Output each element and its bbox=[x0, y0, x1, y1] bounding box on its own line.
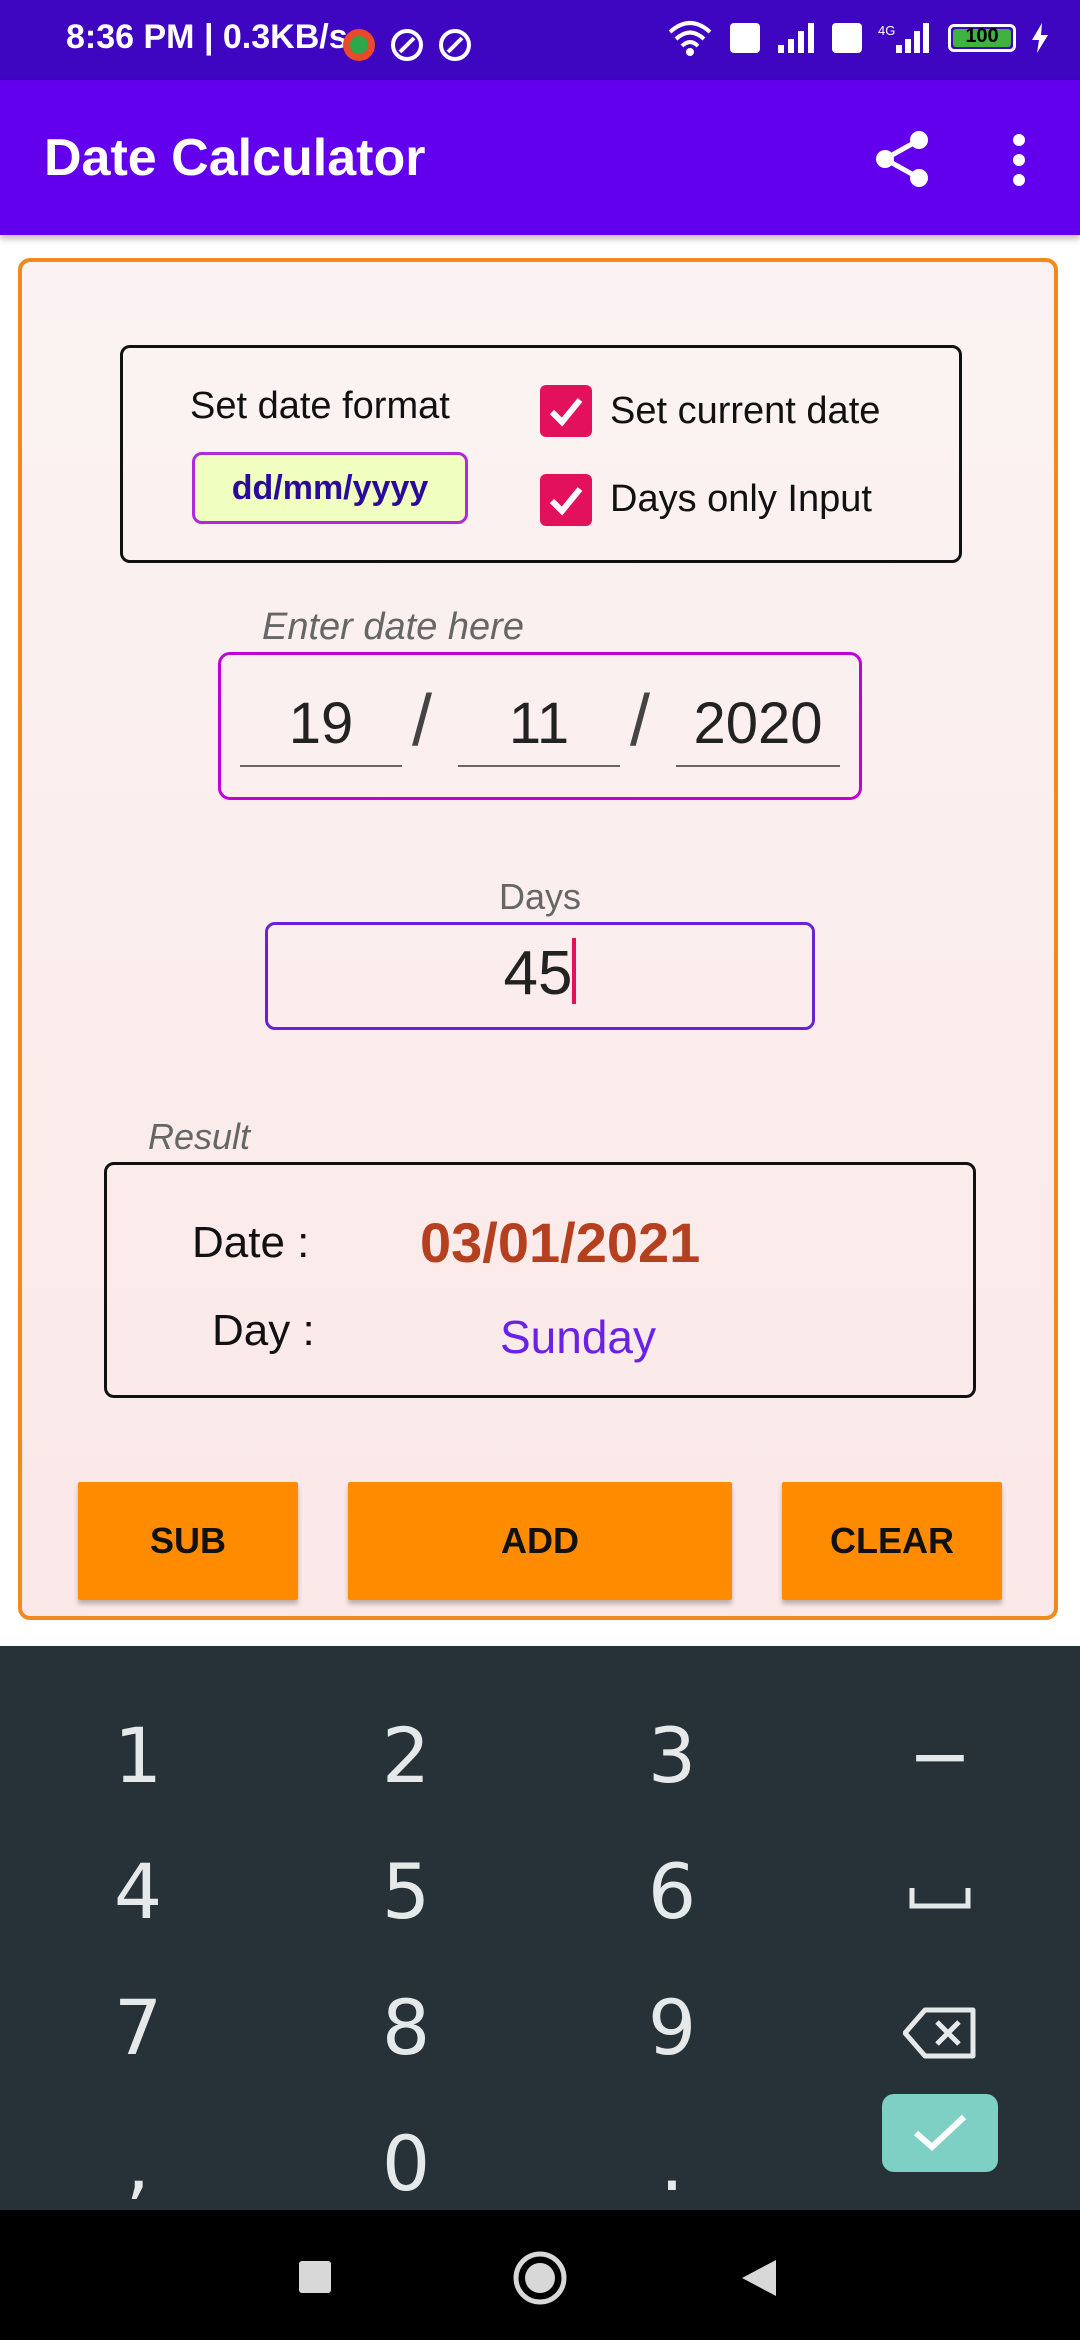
key-3[interactable]: 3 bbox=[572, 1696, 772, 1816]
key-9[interactable]: 9 bbox=[572, 1968, 772, 2088]
battery-icon: 100 bbox=[948, 24, 1016, 52]
key-1[interactable]: 1 bbox=[38, 1696, 238, 1816]
key-comma[interactable]: , bbox=[38, 2104, 238, 2224]
signal-icon bbox=[778, 23, 814, 53]
sub-button[interactable]: SUB bbox=[78, 1482, 298, 1600]
days-label: Days bbox=[498, 876, 582, 917]
key-7[interactable]: 7 bbox=[38, 1968, 238, 2088]
result-day-value: Sunday bbox=[500, 1311, 657, 1363]
key-space[interactable] bbox=[840, 1832, 1040, 1952]
check-icon bbox=[549, 487, 583, 516]
days-only-input-label: Days only Input bbox=[610, 478, 872, 520]
result-date-label: Date : bbox=[192, 1218, 310, 1267]
days-only-input-checkbox[interactable] bbox=[540, 474, 592, 526]
add-button[interactable]: ADD bbox=[348, 1482, 732, 1600]
month-underline bbox=[458, 765, 620, 767]
year-input[interactable]: 2020 bbox=[676, 690, 840, 757]
wifi-icon bbox=[668, 21, 712, 56]
app-bar: Date Calculator bbox=[0, 80, 1080, 235]
app-notification-icon bbox=[343, 29, 375, 61]
volte-icon-2 bbox=[832, 23, 862, 53]
vpn-icon bbox=[391, 29, 423, 61]
volte-icon bbox=[730, 23, 760, 53]
month-input[interactable]: 11 bbox=[458, 690, 620, 757]
set-current-date-label: Set current date bbox=[610, 390, 881, 432]
result-date-value: 03/01/2021 bbox=[420, 1211, 701, 1274]
key-2[interactable]: 2 bbox=[306, 1696, 506, 1816]
home-icon[interactable] bbox=[512, 2250, 568, 2306]
key-6[interactable]: 6 bbox=[572, 1832, 772, 1952]
key-8[interactable]: 8 bbox=[306, 1968, 506, 2088]
days-value-wrap: 45 bbox=[265, 938, 815, 1009]
date-separator: / bbox=[630, 681, 651, 761]
result-label: Result bbox=[148, 1116, 251, 1157]
back-icon[interactable] bbox=[740, 2258, 778, 2298]
day-input[interactable]: 19 bbox=[240, 690, 402, 757]
svg-text:4G: 4G bbox=[878, 23, 895, 38]
check-icon bbox=[914, 2114, 967, 2152]
enter-date-label: Enter date here bbox=[262, 606, 524, 648]
date-separator: / bbox=[412, 681, 433, 761]
charging-icon bbox=[1032, 23, 1048, 53]
key-backspace[interactable] bbox=[840, 1968, 1040, 2088]
more-vert-icon[interactable] bbox=[1008, 132, 1030, 188]
year-underline bbox=[676, 765, 840, 767]
space-icon bbox=[909, 1888, 971, 1909]
days-input[interactable]: 45 bbox=[504, 939, 573, 1008]
numeric-keyboard: 1 2 3 − 4 5 6 7 8 9 , 0 . bbox=[0, 1646, 1080, 2210]
set-current-date-checkbox[interactable] bbox=[540, 385, 592, 437]
battery-level: 100 bbox=[965, 25, 999, 47]
signal-4g-icon: 4G bbox=[878, 23, 929, 53]
key-5[interactable]: 5 bbox=[306, 1832, 506, 1952]
date-format-label: Set date format bbox=[190, 385, 450, 427]
enter-key[interactable] bbox=[882, 2094, 998, 2172]
key-0[interactable]: 0 bbox=[306, 2104, 506, 2224]
share-icon[interactable] bbox=[873, 128, 931, 190]
app-title: Date Calculator bbox=[44, 129, 426, 187]
check-icon bbox=[549, 398, 583, 427]
key-period[interactable]: . bbox=[572, 2104, 772, 2224]
date-format-selector[interactable]: dd/mm/yyyy bbox=[192, 452, 468, 524]
backspace-icon bbox=[902, 2007, 976, 2059]
day-underline bbox=[240, 765, 402, 767]
status-bar: 8:36 PM | 0.3KB/s 4G 100 bbox=[0, 0, 1080, 80]
key-minus[interactable]: − bbox=[840, 1696, 1040, 1816]
recents-icon[interactable] bbox=[298, 2260, 332, 2294]
key-4[interactable]: 4 bbox=[38, 1832, 238, 1952]
result-day-label: Day : bbox=[212, 1306, 315, 1355]
clear-button[interactable]: CLEAR bbox=[782, 1482, 1002, 1600]
vpn-icon-2 bbox=[439, 29, 471, 61]
system-navigation-bar bbox=[0, 2210, 1080, 2340]
status-time: 8:36 PM | 0.3KB/s bbox=[66, 18, 348, 56]
text-cursor bbox=[572, 938, 577, 1004]
